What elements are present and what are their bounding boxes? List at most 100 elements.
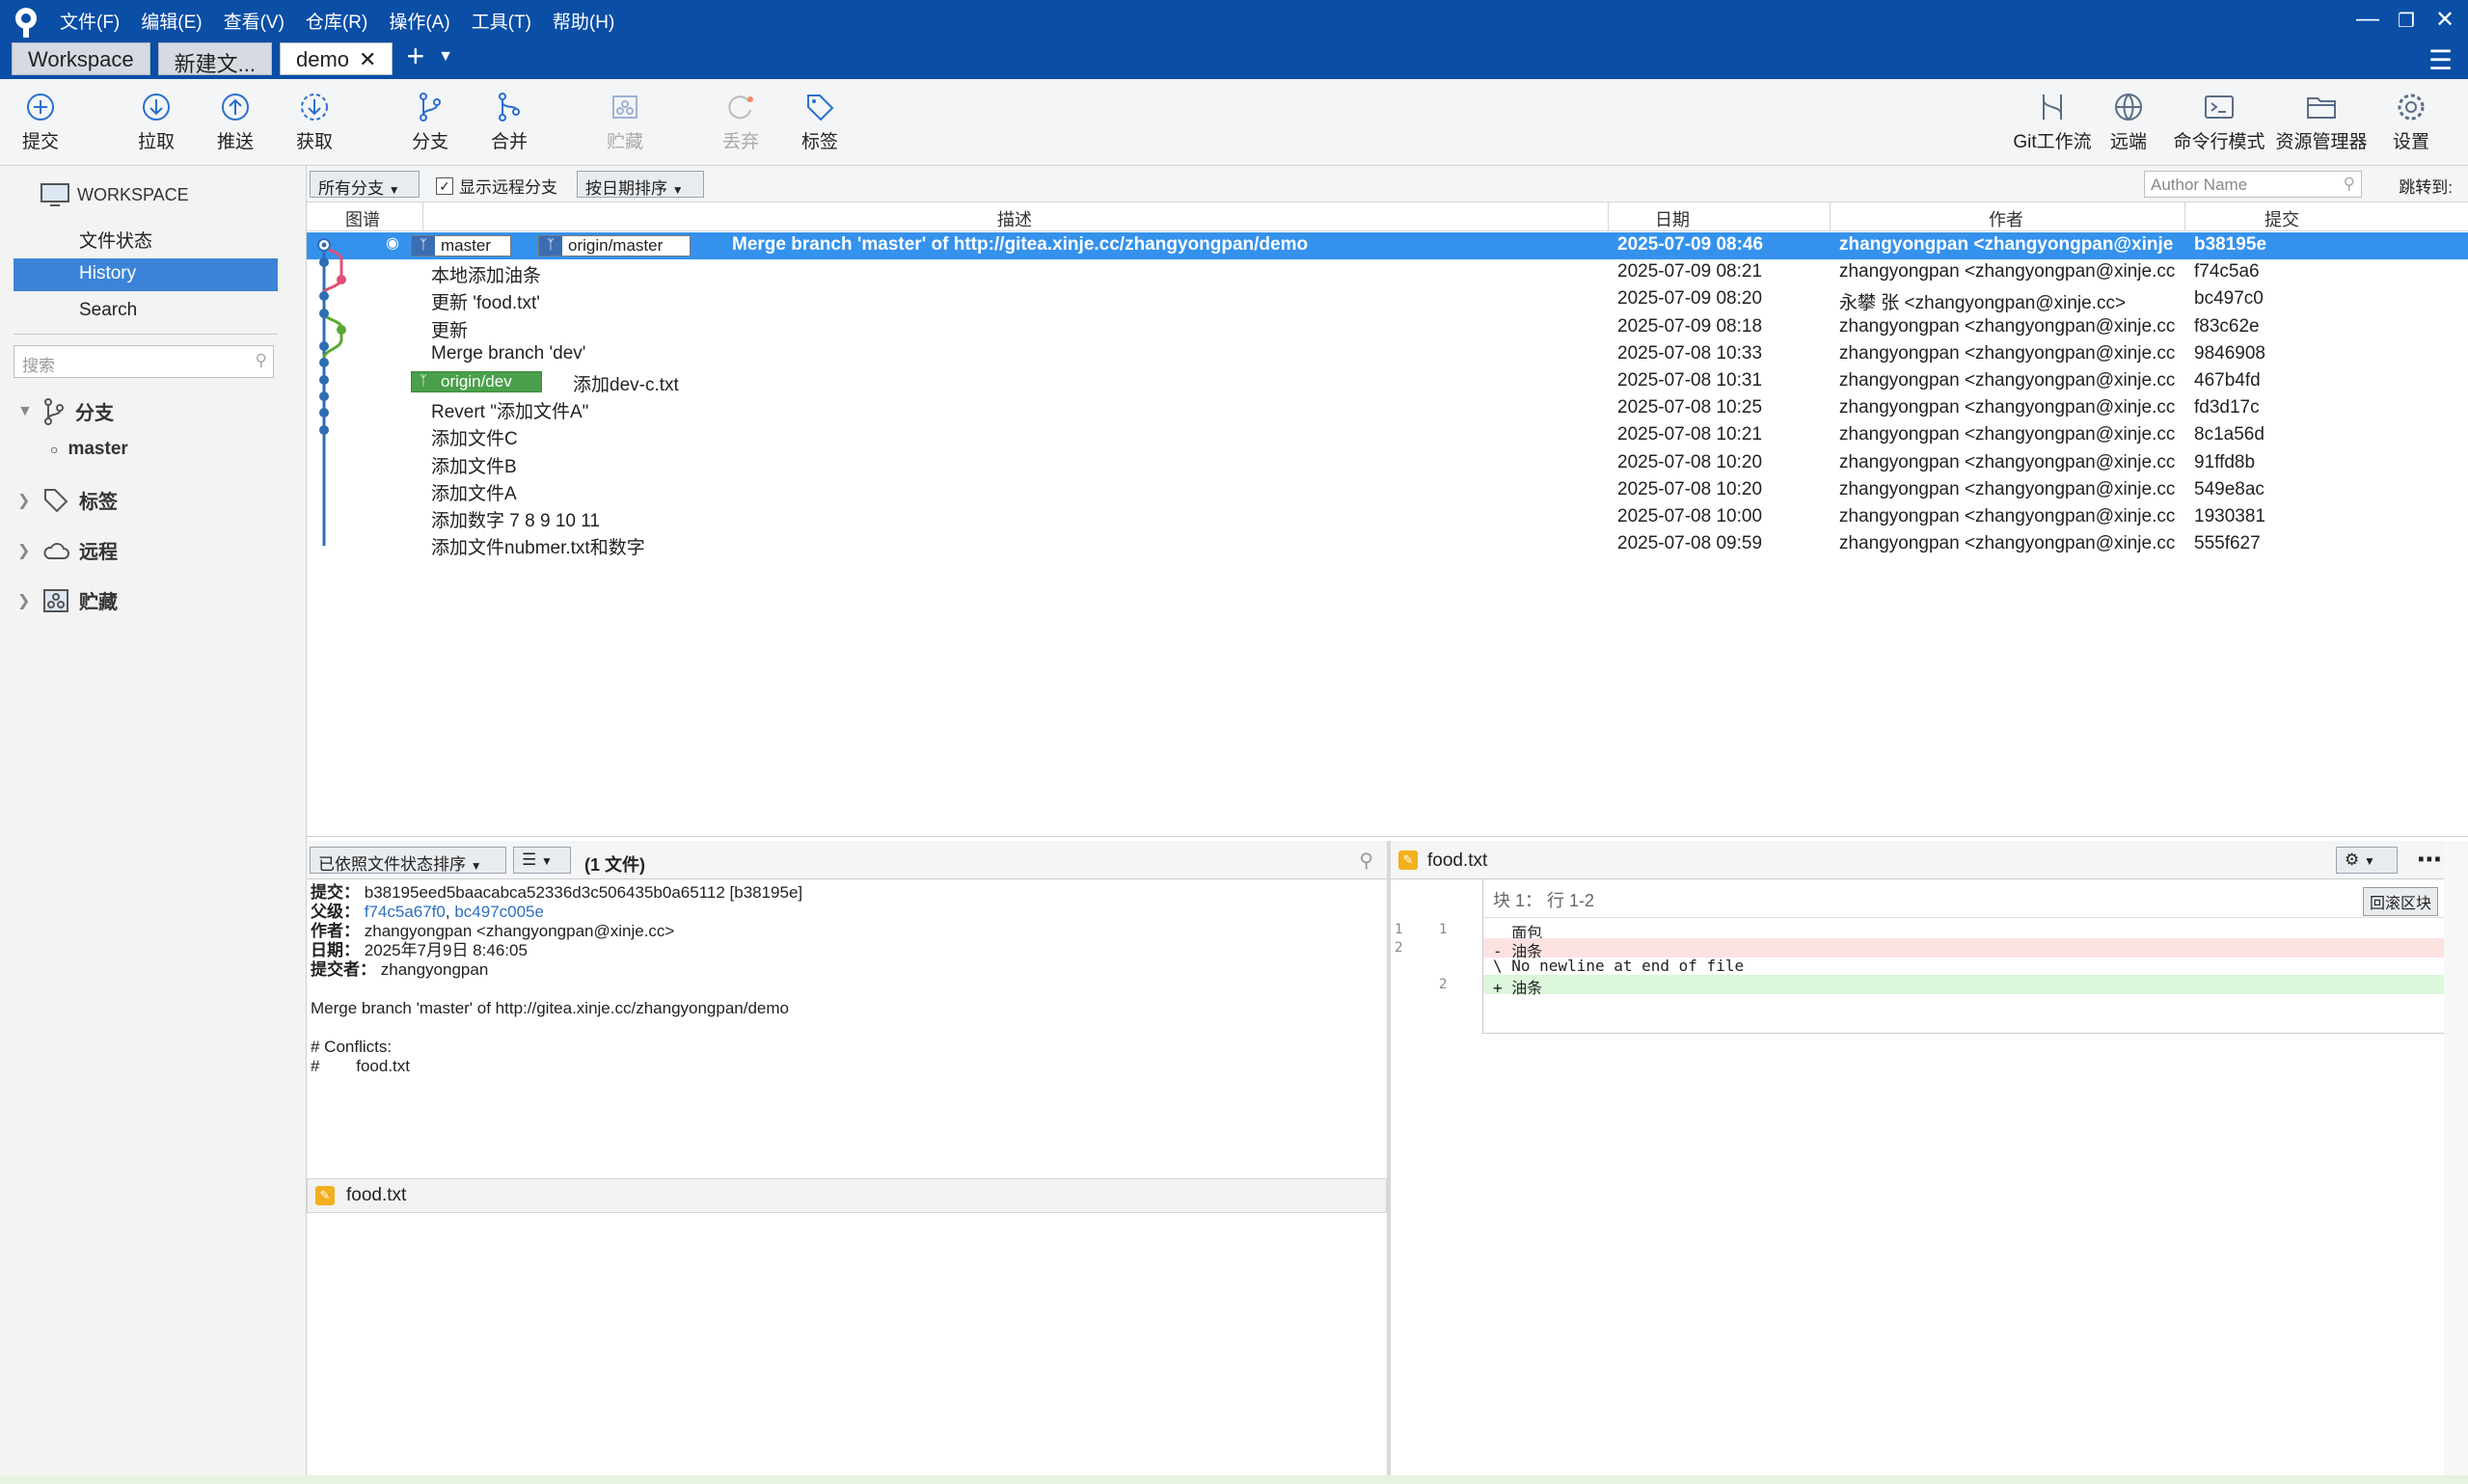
menu-help[interactable]: 帮助(H) (553, 8, 614, 34)
merge-label: 合并 (490, 132, 528, 152)
menu-actions[interactable]: 操作(A) (389, 8, 449, 34)
parents-key: 父级： (311, 903, 360, 921)
stash-button[interactable]: 贮藏 (582, 91, 668, 153)
more-icon[interactable]: ⋯ (2417, 845, 2442, 875)
tag-button[interactable]: 标签 (776, 91, 863, 153)
commit-date: 2025-07-08 10:33 (1617, 342, 1763, 364)
tab-demo[interactable]: demo ✕ (279, 42, 393, 75)
commit-author: zhangyongpan <zhangyongpan@xinje.cc (1839, 506, 2176, 526)
commit-row[interactable]: 本地添加油条 2025-07-09 08:21 zhangyongpan <zhan… (307, 259, 2468, 286)
revert-hunk-button[interactable]: 回滚区块 (2362, 887, 2438, 916)
close-tab-icon[interactable]: ✕ (359, 47, 376, 71)
modified-file-icon: ✎ (1398, 850, 1418, 870)
hamburger-menu-icon[interactable]: ☰ (2428, 44, 2453, 76)
settings-button[interactable]: 设置 (2368, 91, 2454, 153)
vertical-scrollbar[interactable] (2444, 841, 2468, 1477)
column-commit[interactable]: 提交 (2265, 206, 2299, 231)
commit-row[interactable]: 更新 'food.txt' 2025-07-09 08:20 永攀 张 <zhang… (307, 286, 2468, 313)
file-sort-select[interactable]: 已依照文件状态排序 ▼ (310, 847, 506, 874)
commit-description: 添加dev-c.txt (573, 375, 679, 395)
sidebar-item-history[interactable]: History (14, 258, 278, 291)
sort-select[interactable]: 按日期排序 ▼ (577, 171, 704, 198)
diff-line[interactable]: 面包 (1483, 920, 2444, 942)
parent-link[interactable]: f74c5a67f0 (365, 903, 446, 921)
changed-file-row[interactable]: ✎ food.txt (307, 1178, 1387, 1213)
commit-description: Revert "添加文件A" (431, 402, 589, 423)
commit-message-line: # food.txt (311, 1057, 410, 1075)
diff-line[interactable]: + 油条 (1483, 975, 2444, 997)
ref-label[interactable]: ᛉ origin/master (538, 235, 691, 256)
remotes-group[interactable]: ❯ 远程 (17, 536, 118, 564)
push-button[interactable]: 推送 (192, 91, 279, 153)
pull-button[interactable]: 拉取 (113, 91, 200, 153)
commit-row[interactable]: 添加数字 7 8 9 10 11 2025-07-08 10:00 zhangyon… (307, 504, 2468, 531)
restore-icon[interactable]: ❐ (2387, 9, 2426, 33)
tab-dropdown-icon[interactable]: ▼ (438, 48, 453, 77)
sidebar-item-file-status[interactable]: 文件状态 (14, 222, 278, 255)
commit-row[interactable]: ◉ ᛉ master ᛉ origin/master Merge branch 'mast… (307, 232, 2468, 259)
fetch-button[interactable]: 获取 (271, 91, 358, 153)
branch-item-master[interactable]: ○ master (50, 439, 128, 460)
explorer-button[interactable]: 资源管理器 (2268, 91, 2374, 153)
commit-row[interactable]: Revert "添加文件A" 2025-07-08 10:25 zhangyongp… (307, 395, 2468, 422)
remote-button[interactable]: 远端 (2085, 91, 2172, 153)
column-description[interactable]: 描述 (997, 206, 1032, 231)
sidebar-search-input[interactable]: 搜索 ⚲ (14, 345, 274, 378)
diff-line[interactable]: \ No newline at end of file (1483, 957, 2444, 976)
tag-label: 标签 (800, 132, 838, 152)
menu-edit[interactable]: 编辑(E) (141, 8, 202, 34)
search-icon[interactable]: ⚲ (1359, 849, 1373, 873)
diff-options-button[interactable]: ⚙ ▼ (2336, 847, 2398, 874)
new-line-number: 2 (1439, 977, 1448, 992)
show-remote-checkbox[interactable]: ✓ 显示远程分支 (436, 174, 557, 198)
ref-label[interactable]: ᛉ origin/dev (411, 371, 542, 392)
file-list (307, 1213, 1387, 1475)
sidebar-item-search[interactable]: Search (14, 295, 278, 328)
commit-row[interactable]: Merge branch 'dev' 2025-07-08 10:33 zhangy… (307, 341, 2468, 368)
commit-hash: b38195eed5baacabca52336d3c506435b0a65112… (364, 883, 803, 902)
column-graph[interactable]: 图谱 (345, 206, 380, 231)
commit-hash: fd3d17c (2194, 397, 2260, 418)
add-tab-icon[interactable]: + (406, 39, 424, 77)
commit-row[interactable]: 添加文件C 2025-07-08 10:21 zhangyongpan <zhang… (307, 422, 2468, 449)
view-mode-select[interactable]: ☰ ▼ (513, 847, 571, 874)
commit-hash: 9846908 (2194, 342, 2265, 364)
stashes-group[interactable]: ❯ 贮藏 (17, 586, 118, 614)
diff-line[interactable]: - 油条 (1483, 938, 2444, 960)
branch-button[interactable]: 分支 (387, 91, 474, 153)
parent-link[interactable]: bc497c005e (454, 903, 544, 921)
author-key: 作者： (311, 922, 360, 940)
commit-row[interactable]: 添加文件A 2025-07-08 10:20 zhangyongpan <zhang… (307, 477, 2468, 504)
commit-row[interactable]: ᛉ origin/dev 添加dev-c.txt 2025-07-08 10:31 zh… (307, 368, 2468, 395)
commit-row[interactable]: 添加文件nubmer.txt和数字 2025-07-08 09:59 zhangyo… (307, 531, 2468, 558)
column-separator[interactable] (422, 202, 423, 231)
commit-button[interactable]: 提交 (0, 91, 84, 153)
merge-button[interactable]: 合并 (466, 91, 553, 153)
globe-icon (2115, 94, 2142, 121)
tab-new[interactable]: 新建文... (157, 42, 272, 76)
commit-row[interactable]: 更新 2025-07-09 08:18 zhangyongpan <zhangyon… (307, 314, 2468, 341)
commit-date: 2025-07-08 10:31 (1617, 370, 1763, 391)
column-date[interactable]: 日期 (1655, 206, 1690, 231)
close-window-icon[interactable]: ✕ (2426, 6, 2464, 34)
discard-button[interactable]: 丢弃 (697, 91, 784, 153)
commit-hash: bc497c0 (2194, 288, 2264, 310)
column-separator[interactable] (2184, 202, 2185, 231)
commit-row[interactable]: 添加文件B 2025-07-08 10:20 zhangyongpan <zhang… (307, 450, 2468, 477)
branch-filter-select[interactable]: 所有分支 ▼ (310, 171, 420, 198)
terminal-button[interactable]: 命令行模式 (2166, 91, 2272, 153)
author-filter-input[interactable]: Author Name ⚲ (2144, 171, 2362, 198)
column-author[interactable]: 作者 (1989, 206, 2023, 231)
menu-repository[interactable]: 仓库(R) (306, 8, 367, 34)
tags-group[interactable]: ❯ 标签 (17, 486, 118, 514)
commit-description: 更新 (431, 320, 469, 341)
ref-label[interactable]: ᛉ master (411, 235, 511, 256)
menu-view[interactable]: 查看(V) (224, 8, 285, 34)
menu-file[interactable]: 文件(F) (60, 8, 120, 34)
column-separator[interactable] (1830, 202, 1831, 231)
menu-tools[interactable]: 工具(T) (472, 8, 531, 34)
column-separator[interactable] (1608, 202, 1609, 231)
minimize-icon[interactable]: — (2348, 6, 2387, 33)
branches-group[interactable]: ▼ 分支 (17, 397, 114, 425)
tab-workspace[interactable]: Workspace (12, 42, 150, 75)
